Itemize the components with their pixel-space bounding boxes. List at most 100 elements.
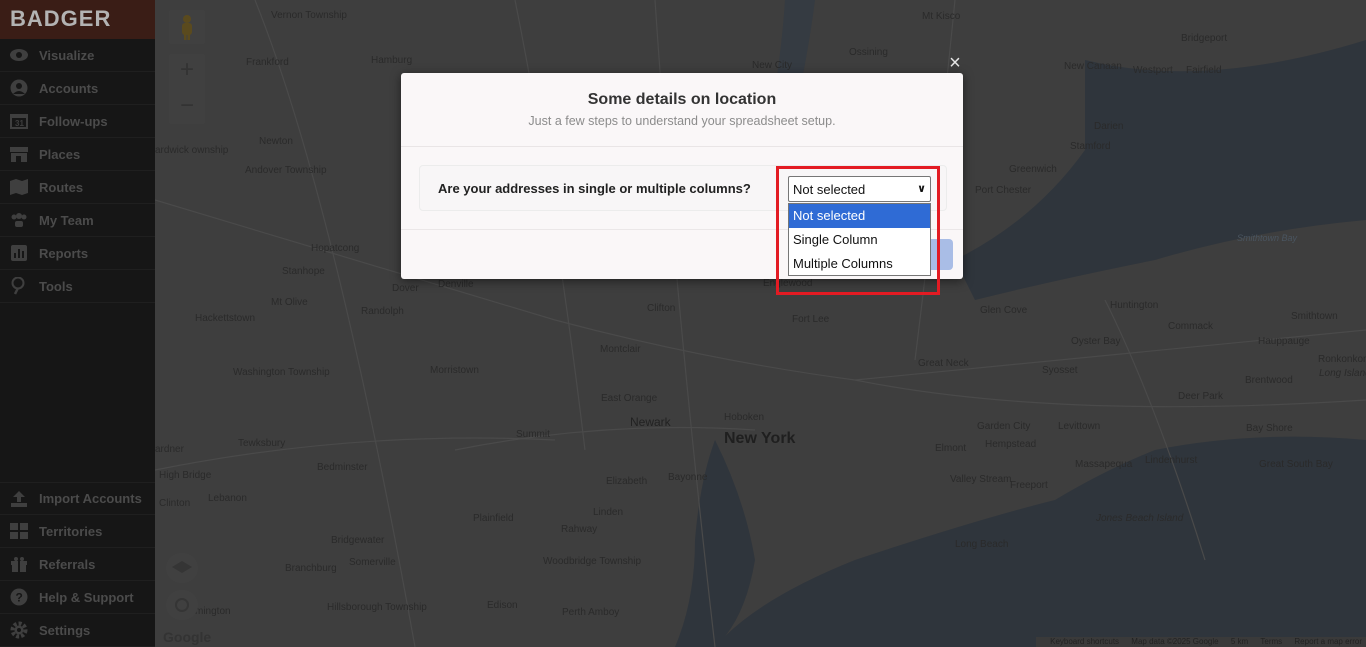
badger-logo[interactable]: BADGER bbox=[0, 0, 155, 39]
map-icon bbox=[9, 178, 29, 196]
sidebar-item-accounts[interactable]: Accounts bbox=[0, 72, 155, 105]
map-label: Brentwood bbox=[1245, 375, 1293, 386]
modal-title: Some details on location bbox=[587, 91, 777, 108]
chevron-down-icon: ∨ bbox=[917, 183, 926, 195]
map-label: Hauppauge bbox=[1258, 336, 1310, 347]
map-label: Morristown bbox=[430, 365, 479, 376]
map-label: Garden City bbox=[977, 421, 1031, 432]
question-label: Are your addresses in single or multiple… bbox=[438, 181, 751, 196]
map-label: Montclair bbox=[600, 344, 641, 355]
map-label: Edison bbox=[487, 600, 518, 611]
map-label: Hackettstown bbox=[195, 313, 256, 324]
svg-text:31: 31 bbox=[15, 119, 24, 128]
map-label: Bridgewater bbox=[331, 535, 385, 546]
sidebar-item-help-support[interactable]: ? Help & Support bbox=[0, 581, 155, 614]
map-label: Commack bbox=[1168, 321, 1214, 332]
map-label: Denville bbox=[438, 279, 474, 290]
map-label: Englewood bbox=[763, 278, 813, 289]
map-label: Hoboken bbox=[724, 412, 765, 423]
sidebar-item-tools[interactable]: Tools bbox=[0, 270, 155, 303]
map-label: Lindenhurst bbox=[1145, 455, 1198, 466]
street-view-pegman[interactable] bbox=[169, 10, 205, 44]
layers-button[interactable] bbox=[166, 553, 198, 583]
map-label: Newark bbox=[630, 415, 671, 429]
map-label: Long Beach bbox=[955, 539, 1009, 550]
map-label: Lebanon bbox=[208, 493, 247, 504]
sidebar: BADGER Visualize Accounts 31 Follow-ups … bbox=[0, 0, 155, 647]
map-label: New York bbox=[724, 430, 796, 447]
map-label: Bay Shore bbox=[1246, 423, 1293, 434]
sidebar-item-routes[interactable]: Routes bbox=[0, 171, 155, 204]
map-label: Ossining bbox=[849, 47, 888, 58]
map-label: Hamburg bbox=[371, 55, 413, 66]
terms-link[interactable]: Terms bbox=[1260, 637, 1282, 646]
map-label: Massapequa bbox=[1075, 459, 1133, 470]
map-label: Freeport bbox=[1010, 480, 1048, 491]
sidebar-item-follow-ups[interactable]: 31 Follow-ups bbox=[0, 105, 155, 138]
sidebar-item-referrals[interactable]: Referrals bbox=[0, 548, 155, 581]
modal-close-button[interactable]: × bbox=[946, 53, 964, 73]
map-label: Great Neck bbox=[918, 358, 969, 369]
map-label: Mt Kisco bbox=[922, 11, 961, 22]
map-label: Rahway bbox=[561, 524, 598, 535]
sidebar-item-import-accounts[interactable]: Import Accounts bbox=[0, 482, 155, 515]
map-label: Long Island bbox=[1319, 368, 1366, 379]
address-columns-select[interactable]: Not selected ∨ bbox=[788, 176, 931, 202]
map-label: Washington Township bbox=[233, 367, 330, 378]
address-columns-dropdown: Not selected Single Column Multiple Colu… bbox=[788, 203, 931, 276]
option-multiple-columns[interactable]: Multiple Columns bbox=[789, 252, 930, 276]
upload-icon bbox=[9, 490, 29, 508]
zoom-control: + − bbox=[169, 54, 205, 124]
map-label: Stamford bbox=[1070, 141, 1111, 152]
map-label: mington bbox=[195, 606, 231, 617]
map-label: Bridgeport bbox=[1181, 33, 1228, 44]
keyboard-shortcuts-link[interactable]: Keyboard shortcuts bbox=[1050, 637, 1119, 646]
report-map-error-link[interactable]: Report a map error bbox=[1294, 637, 1362, 646]
sidebar-item-my-team[interactable]: My Team bbox=[0, 204, 155, 237]
map-label: East Orange bbox=[601, 393, 658, 404]
option-single-column[interactable]: Single Column bbox=[789, 228, 930, 252]
user-circle-icon bbox=[9, 79, 29, 97]
google-logo: Google bbox=[163, 629, 212, 645]
map-scale[interactable]: 5 km bbox=[1231, 637, 1248, 646]
sidebar-item-label: Tools bbox=[39, 278, 73, 294]
sidebar-item-reports[interactable]: Reports bbox=[0, 237, 155, 270]
sidebar-item-settings[interactable]: Settings bbox=[0, 614, 155, 647]
map-label: Smithtown bbox=[1291, 311, 1338, 322]
map-label: Greenwich bbox=[1009, 164, 1057, 175]
sidebar-item-label: Help & Support bbox=[39, 589, 134, 605]
calendar-icon: 31 bbox=[9, 112, 29, 130]
sidebar-item-places[interactable]: Places bbox=[0, 138, 155, 171]
store-icon bbox=[9, 145, 29, 163]
zoom-out-button[interactable]: − bbox=[169, 90, 205, 124]
map-label: Elizabeth bbox=[606, 476, 648, 487]
sidebar-item-visualize[interactable]: Visualize bbox=[0, 39, 155, 72]
sidebar-item-territories[interactable]: Territories bbox=[0, 515, 155, 548]
map-label: Oyster Bay bbox=[1071, 336, 1121, 347]
zoom-in-button[interactable]: + bbox=[169, 54, 205, 88]
map-label: Andover Township bbox=[245, 165, 327, 176]
next-button[interactable] bbox=[928, 239, 953, 270]
locate-button[interactable] bbox=[166, 590, 198, 620]
sidebar-item-label: Territories bbox=[39, 523, 103, 539]
map-label: Levittown bbox=[1058, 421, 1101, 432]
map-label: Westport bbox=[1133, 65, 1173, 76]
map-label: Tewksbury bbox=[238, 438, 286, 449]
map-label: Bedminster bbox=[317, 462, 368, 473]
grid-icon bbox=[9, 522, 29, 540]
map-label: Newton bbox=[259, 136, 293, 147]
map-label: Perth Amboy bbox=[562, 607, 620, 618]
option-not-selected[interactable]: Not selected bbox=[789, 204, 930, 228]
sidebar-item-label: Visualize bbox=[39, 47, 95, 63]
map-label: Glen Cove bbox=[980, 305, 1028, 316]
pegman-icon bbox=[182, 15, 192, 40]
sidebar-item-label: Import Accounts bbox=[39, 491, 142, 506]
sidebar-item-label: My Team bbox=[39, 212, 94, 228]
sidebar-item-label: Follow-ups bbox=[39, 113, 108, 129]
sidebar-item-label: Reports bbox=[39, 245, 89, 261]
sidebar-item-label: Settings bbox=[39, 622, 91, 638]
map-label: New Canaan bbox=[1064, 61, 1122, 72]
eye-icon bbox=[9, 46, 29, 64]
map-label: ardwick ownship bbox=[155, 145, 229, 156]
map-label: Jones Beach Island bbox=[1096, 514, 1183, 524]
